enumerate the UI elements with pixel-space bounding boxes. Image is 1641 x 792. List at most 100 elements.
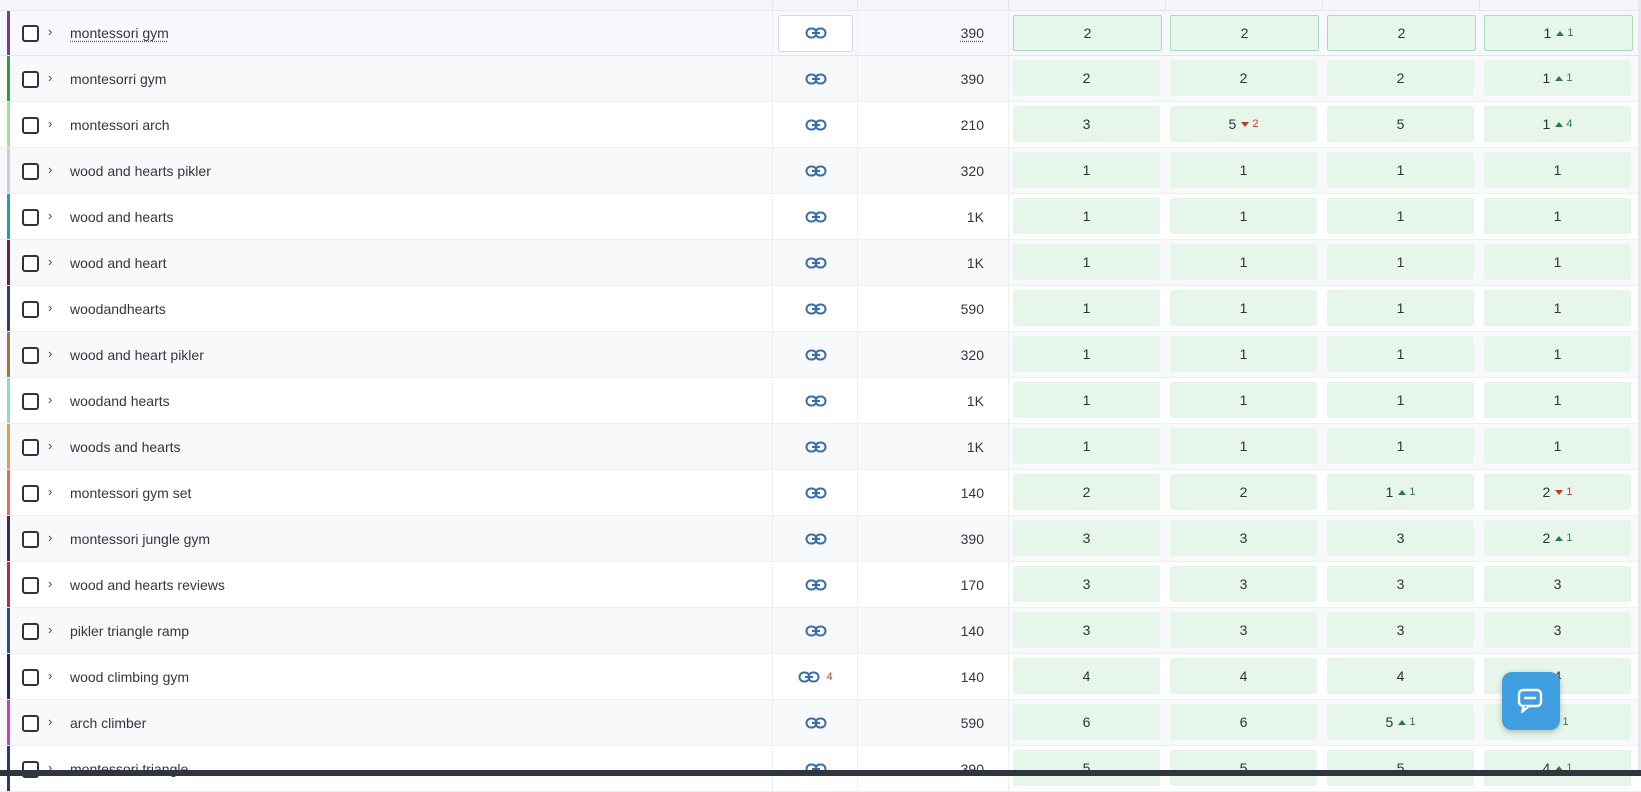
position-cell[interactable]: 3 xyxy=(1484,612,1631,648)
position-cell[interactable]: 4 xyxy=(1013,658,1160,694)
url-link-button[interactable] xyxy=(773,378,858,423)
keyword-text[interactable]: wood climbing gym xyxy=(70,668,189,686)
position-cell[interactable]: 1 xyxy=(1484,336,1631,372)
position-cell[interactable]: 5 xyxy=(1327,750,1474,786)
chevron-right-icon[interactable]: › xyxy=(48,667,52,685)
chevron-right-icon[interactable]: › xyxy=(48,161,52,179)
position-cell[interactable]: 3 xyxy=(1013,106,1160,142)
row-checkbox[interactable] xyxy=(22,622,39,640)
table-row[interactable]: › montessori gym 390 2 2 2 1 1 xyxy=(0,11,1641,56)
table-row[interactable]: › montessori arch 210 3 5 2 5 1 4 xyxy=(0,102,1641,148)
position-cell[interactable]: 4 xyxy=(1327,658,1474,694)
url-link-button[interactable] xyxy=(773,148,858,193)
chat-button[interactable] xyxy=(1502,672,1560,730)
chevron-right-icon[interactable]: › xyxy=(48,23,52,41)
position-cell[interactable]: 11 xyxy=(1484,15,1633,51)
row-checkbox[interactable] xyxy=(22,530,39,548)
url-link-button[interactable] xyxy=(773,746,858,791)
row-checkbox[interactable] xyxy=(22,484,39,502)
position-cell[interactable]: 1 xyxy=(1013,428,1160,464)
table-row[interactable]: › woods and hearts 1K 1 1 1 1 xyxy=(0,424,1641,470)
position-cell[interactable]: 5 xyxy=(1327,106,1474,142)
table-row[interactable]: › wood and hearts reviews 170 3 3 3 3 xyxy=(0,562,1641,608)
chevron-right-icon[interactable]: › xyxy=(48,299,52,317)
position-cell[interactable]: 6 xyxy=(1170,704,1317,740)
position-cell[interactable]: 1 xyxy=(1170,244,1317,280)
chevron-right-icon[interactable]: › xyxy=(48,391,52,409)
position-cell[interactable]: 1 xyxy=(1013,198,1160,234)
position-cell[interactable]: 2 xyxy=(1327,60,1474,96)
keyword-text[interactable]: wood and hearts reviews xyxy=(70,576,225,594)
position-cell[interactable]: 1 xyxy=(1327,382,1474,418)
position-cell[interactable]: 3 xyxy=(1327,612,1474,648)
chevron-right-icon[interactable]: › xyxy=(48,483,52,501)
position-cell[interactable]: 41 xyxy=(1484,750,1631,786)
url-link-button[interactable] xyxy=(773,516,858,561)
url-link-button[interactable] xyxy=(773,424,858,469)
position-cell[interactable]: 1 xyxy=(1484,198,1631,234)
keyword-text[interactable]: woodand hearts xyxy=(70,392,170,410)
position-cell[interactable]: 1 xyxy=(1484,244,1631,280)
position-cell[interactable]: 52 xyxy=(1170,106,1317,142)
position-cell[interactable]: 14 xyxy=(1484,106,1631,142)
row-checkbox[interactable] xyxy=(22,254,39,272)
table-row[interactable]: › wood and hearts pikler 320 1 1 1 1 xyxy=(0,148,1641,194)
row-checkbox[interactable] xyxy=(22,438,39,456)
position-cell[interactable]: 3 xyxy=(1013,612,1160,648)
position-cell[interactable]: 1 xyxy=(1484,428,1631,464)
position-cell[interactable]: 1 xyxy=(1170,290,1317,326)
row-checkbox[interactable] xyxy=(22,714,39,732)
keyword-text[interactable]: montesorri gym xyxy=(70,70,166,88)
position-cell[interactable]: 11 xyxy=(1484,60,1631,96)
position-cell[interactable]: 1 xyxy=(1013,152,1160,188)
position-cell[interactable]: 5 xyxy=(1013,750,1160,786)
position-cell[interactable]: 6 xyxy=(1013,704,1160,740)
position-cell[interactable]: 51 xyxy=(1327,704,1474,740)
position-cell[interactable]: 1 xyxy=(1013,336,1160,372)
keyword-text[interactable]: pikler triangle ramp xyxy=(70,622,189,640)
keyword-text[interactable]: montessori arch xyxy=(70,116,170,134)
chevron-right-icon[interactable]: › xyxy=(48,529,52,547)
url-link-button[interactable] xyxy=(773,194,858,239)
row-checkbox[interactable] xyxy=(22,25,39,42)
position-cell[interactable]: 1 xyxy=(1327,336,1474,372)
chevron-right-icon[interactable]: › xyxy=(48,575,52,593)
chevron-right-icon[interactable]: › xyxy=(48,345,52,363)
row-checkbox[interactable] xyxy=(22,576,39,594)
position-cell[interactable]: 21 xyxy=(1484,520,1631,556)
url-link-button[interactable] xyxy=(773,700,858,745)
position-cell[interactable]: 2 xyxy=(1327,15,1476,51)
position-cell[interactable]: 1 xyxy=(1327,244,1474,280)
url-link-button[interactable] xyxy=(773,56,858,101)
keyword-text[interactable]: wood and hearts pikler xyxy=(70,162,211,180)
table-row[interactable]: › pikler triangle ramp 140 3 3 3 3 xyxy=(0,608,1641,654)
table-row[interactable]: › montessori jungle gym 390 3 3 3 2 1 xyxy=(0,516,1641,562)
position-cell[interactable]: 2 xyxy=(1013,15,1162,51)
row-checkbox[interactable] xyxy=(22,162,39,180)
position-cell[interactable]: 1 xyxy=(1327,428,1474,464)
table-row[interactable]: › wood and heart pikler 320 1 1 1 1 xyxy=(0,332,1641,378)
position-cell[interactable]: 1 xyxy=(1484,382,1631,418)
position-cell[interactable]: 4 xyxy=(1170,658,1317,694)
position-cell[interactable]: 1 xyxy=(1327,290,1474,326)
url-link-button[interactable] xyxy=(778,14,853,52)
position-cell[interactable]: 3 xyxy=(1170,566,1317,602)
position-cell[interactable]: 1 xyxy=(1170,198,1317,234)
position-cell[interactable]: 2 xyxy=(1013,60,1160,96)
position-cell[interactable]: 2 xyxy=(1170,474,1317,510)
keyword-text[interactable]: montessori gym xyxy=(70,24,169,42)
url-link-button[interactable] xyxy=(773,102,858,147)
position-cell[interactable]: 11 xyxy=(1327,474,1474,510)
chevron-right-icon[interactable]: › xyxy=(48,115,52,133)
position-cell[interactable]: 1 xyxy=(1327,152,1474,188)
position-cell[interactable]: 1 xyxy=(1484,152,1631,188)
position-cell[interactable]: 1 xyxy=(1170,336,1317,372)
position-cell[interactable]: 2 xyxy=(1013,474,1160,510)
position-cell[interactable]: 2 xyxy=(1170,60,1317,96)
position-cell[interactable]: 3 xyxy=(1327,520,1474,556)
position-cell[interactable]: 1 xyxy=(1327,198,1474,234)
keyword-text[interactable]: woods and hearts xyxy=(70,438,181,456)
keyword-text[interactable]: arch climber xyxy=(70,714,146,732)
position-cell[interactable]: 3 xyxy=(1013,566,1160,602)
keyword-text[interactable]: montessori jungle gym xyxy=(70,530,210,548)
